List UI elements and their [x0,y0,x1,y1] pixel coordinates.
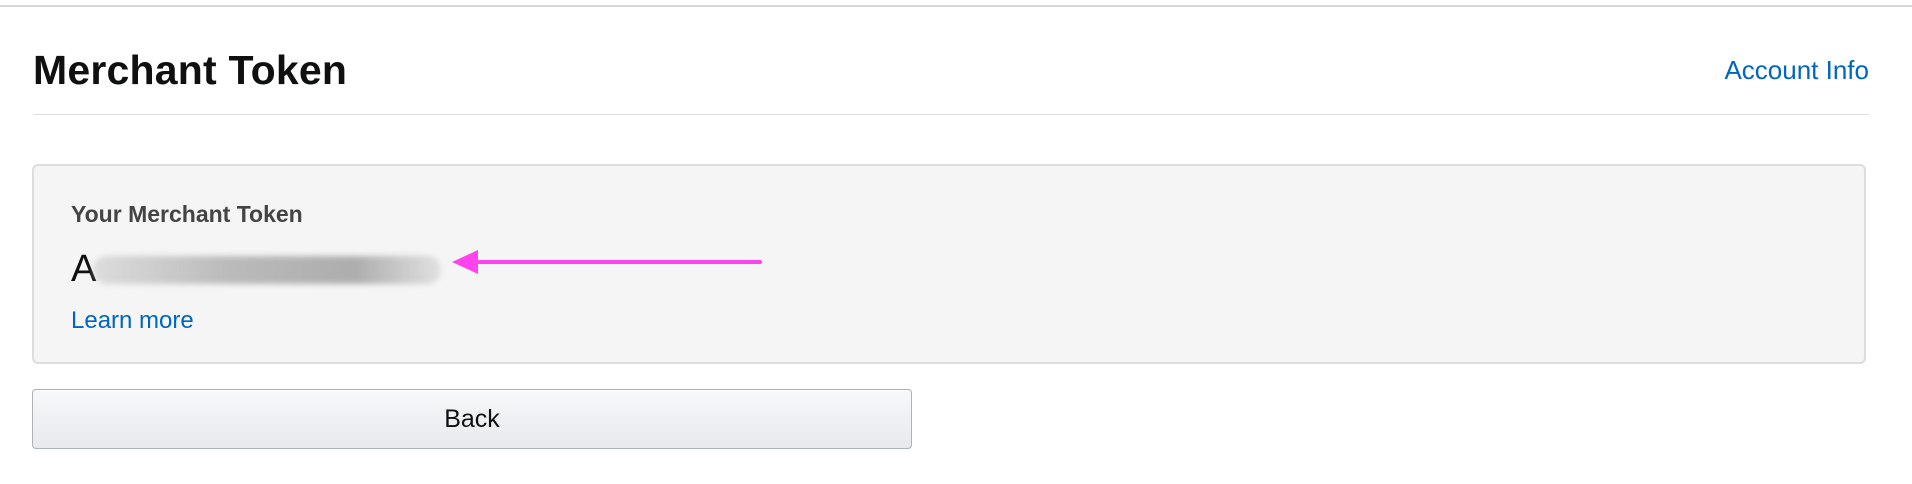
back-button[interactable]: Back [32,389,912,449]
page-header: Merchant Token Account Info [33,42,1869,115]
merchant-token-page: Merchant Token Account Info Your Merchan… [0,0,1912,484]
top-divider [0,5,1912,7]
merchant-token-panel: Your Merchant Token A Learn more [32,164,1866,364]
account-info-link[interactable]: Account Info [1724,54,1869,86]
token-value: A [71,244,451,294]
learn-more-link[interactable]: Learn more [71,306,194,336]
token-label: Your Merchant Token [71,201,303,227]
left-arrow-icon [452,250,762,274]
token-redaction-blur [93,256,441,284]
page-title: Merchant Token [33,47,348,93]
